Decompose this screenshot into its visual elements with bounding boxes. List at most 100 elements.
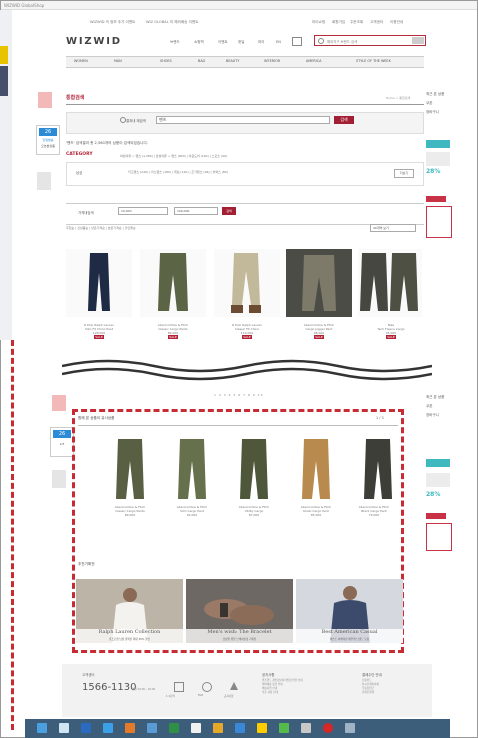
taskbar-app-icon[interactable] [103,723,113,733]
right-side-red-badge-2[interactable] [426,513,446,519]
taskbar-word-icon[interactable] [81,723,91,733]
category-row-1[interactable]: 여성의류 > 팬츠 (1,280) | 남성의류 > 팬츠 (820) | 아웃… [120,154,227,158]
footer-notice-item[interactable]: 쿠폰 사용 안내 [262,691,303,695]
site-logo[interactable]: WIZWID [66,36,122,47]
category-table [66,162,424,186]
footer-icon-label[interactable]: FAQ [198,694,203,697]
topnav-item[interactable]: 이용안내 [390,20,403,25]
left-strip-yellow-tab[interactable] [0,46,8,64]
taskbar-app-icon[interactable] [279,723,289,733]
taskbar-windows-icon[interactable] [37,723,47,733]
taskbar-app-icon[interactable] [301,723,311,733]
right-side-item[interactable]: 최근 본 상품 [426,92,454,97]
category-item[interactable]: BAG [198,59,205,63]
pagination[interactable]: 1 2 3 4 5 6 7 8 9 10 [214,393,264,397]
left-widget-product-thumb-2[interactable] [52,470,66,488]
product-card[interactable] [214,249,280,317]
recommend-info: Abercrombie & Fitch Slim Cargo Pant 92,000 [162,505,222,517]
footer-icon-label[interactable]: 공지사항 [224,694,234,698]
research-button[interactable]: 검색 [334,116,354,124]
category-more-button[interactable]: 더보기 [394,169,414,178]
left-widget-today-2[interactable]: 26 1/5 [50,427,74,457]
left-strip-dark-tab[interactable] [0,66,8,96]
taskbar-powerpoint-icon[interactable] [125,723,135,733]
recommend-image-olive-1[interactable] [104,437,156,503]
faq-icon[interactable] [202,682,212,692]
taskbar-app-icon[interactable] [191,723,201,733]
recommend-image-tan[interactable] [290,437,342,503]
topnav-item[interactable]: 주문조회 [350,20,363,25]
left-widget-gift-icon[interactable] [38,92,52,108]
header-menu-item[interactable]: 쇼핑백 [194,40,204,45]
recommend-price: 89,000 [124,513,136,517]
category-item[interactable]: BEAUTY [226,59,239,63]
category-item[interactable]: WOMEN [74,59,88,63]
left-widget-gift-icon-2[interactable] [52,395,66,411]
recommend-nav[interactable]: 1 / 3 [376,416,384,420]
category-item[interactable]: MAN [114,59,122,63]
header-search-button[interactable] [412,37,424,44]
research-input-value: 팬츠 [159,117,167,122]
category-item[interactable]: STYLE OF THE WEEK [356,59,391,63]
left-widget-product-thumb[interactable] [37,172,51,190]
header-menu-item[interactable]: EN [276,40,281,44]
header-menu-item[interactable]: 브랜드 [170,40,180,45]
inquiry-icon[interactable] [174,682,184,692]
bag-icon[interactable] [292,37,302,46]
right-side-shoe-thumb[interactable] [426,152,450,166]
topnav-item[interactable]: 회원가입 [332,20,345,25]
footer-pay-title: 결제수단 안내 [362,673,382,677]
sort-options[interactable]: 추천순 | 신상품순 | 낮은가격순 | 높은가격순 | 할인율순 [66,226,136,230]
header-menu-item[interactable]: 이벤트 [218,40,228,45]
recommend-image-olive-2[interactable] [166,437,218,503]
footer-icon-label[interactable]: 1:1문의 [166,694,175,698]
footer-pay-item: 휴대폰결제 [362,691,374,694]
taskbar-app-icon[interactable] [323,723,333,733]
product-card[interactable] [286,249,352,317]
product-card[interactable] [140,249,206,317]
pick-banner[interactable]: Men's wish: The Bracelet 남성을 위한 브레이슬릿 기획전 [186,579,293,643]
taskbar-kakaotalk-icon[interactable] [257,723,267,733]
topnav-item[interactable]: 마이쇼핑 [312,20,325,25]
category-item[interactable]: SHOES [160,59,172,63]
right-side-item[interactable]: 쿠폰 [426,404,454,409]
right-side-item[interactable]: 쿠폰 [426,101,454,106]
header-menu-item[interactable]: 핫딜 [238,40,244,45]
taskbar-ie-icon[interactable] [235,723,245,733]
taskbar-app-icon[interactable] [345,723,355,733]
right-side-red-badge[interactable] [426,196,446,202]
view-count-select[interactable]: 40개씩 보기 [370,224,416,232]
taskbar-app-icon[interactable] [147,723,157,733]
price-search-button[interactable]: 검색 [222,207,236,215]
left-widget-today[interactable]: 26 당일발송 오늘본상품 [36,125,60,155]
right-side-shoe-thumb-2[interactable] [426,473,450,487]
topnav-item[interactable]: WIZWID 의 정보 추가 이벤트 [90,20,135,25]
topnav-item[interactable]: 고객센터 [370,20,383,25]
right-side-item[interactable]: 최근 본 상품 [426,395,454,400]
taskbar-excel-icon[interactable] [169,723,179,733]
notice-bell-icon[interactable] [230,682,238,690]
price-max-input[interactable]: 100,000 [174,207,218,215]
taskbar-explorer-icon[interactable] [59,723,69,733]
category-item[interactable]: AMERICA [306,59,321,63]
header-menu-item[interactable]: 마이 [258,40,264,45]
right-side-item[interactable]: 장바구니 [426,413,454,418]
pick-banner-title: Ralph Lauren Collection [98,629,161,635]
pick-banner[interactable]: Ralph Lauren Collection 랄프로렌 남성 컬렉션 최대 30… [76,579,183,643]
category-item[interactable]: INTERIOR [264,59,280,63]
right-side-promo-box-2[interactable] [426,523,452,551]
dashed-highlight-left [11,340,14,730]
product-card[interactable] [66,249,132,317]
product-card[interactable] [358,249,422,317]
price-min-input[interactable]: 10,000 [118,207,168,215]
recommend-image-charcoal[interactable] [352,437,404,503]
taskbar-chrome-icon[interactable] [213,723,223,733]
research-input[interactable]: 팬츠 [156,116,330,124]
topnav-item[interactable]: WIZ GLOBAL 의 해외배송 이벤트 [146,20,199,25]
pick-banner[interactable]: Best American Casual 베스트 아메리칸 캐주얼 브랜드 모음 [296,579,403,643]
recommend-image-olive-3[interactable] [228,437,280,503]
header-search-box[interactable]: 해외직구 브랜드 검색 [314,35,426,46]
category-row-2[interactable]: 카고팬츠 (240) | 치노팬츠 (180) | 데님 (120) | 조거팬… [128,170,228,174]
right-side-item[interactable]: 장바구니 [426,110,454,115]
right-side-promo-box[interactable] [426,206,452,238]
